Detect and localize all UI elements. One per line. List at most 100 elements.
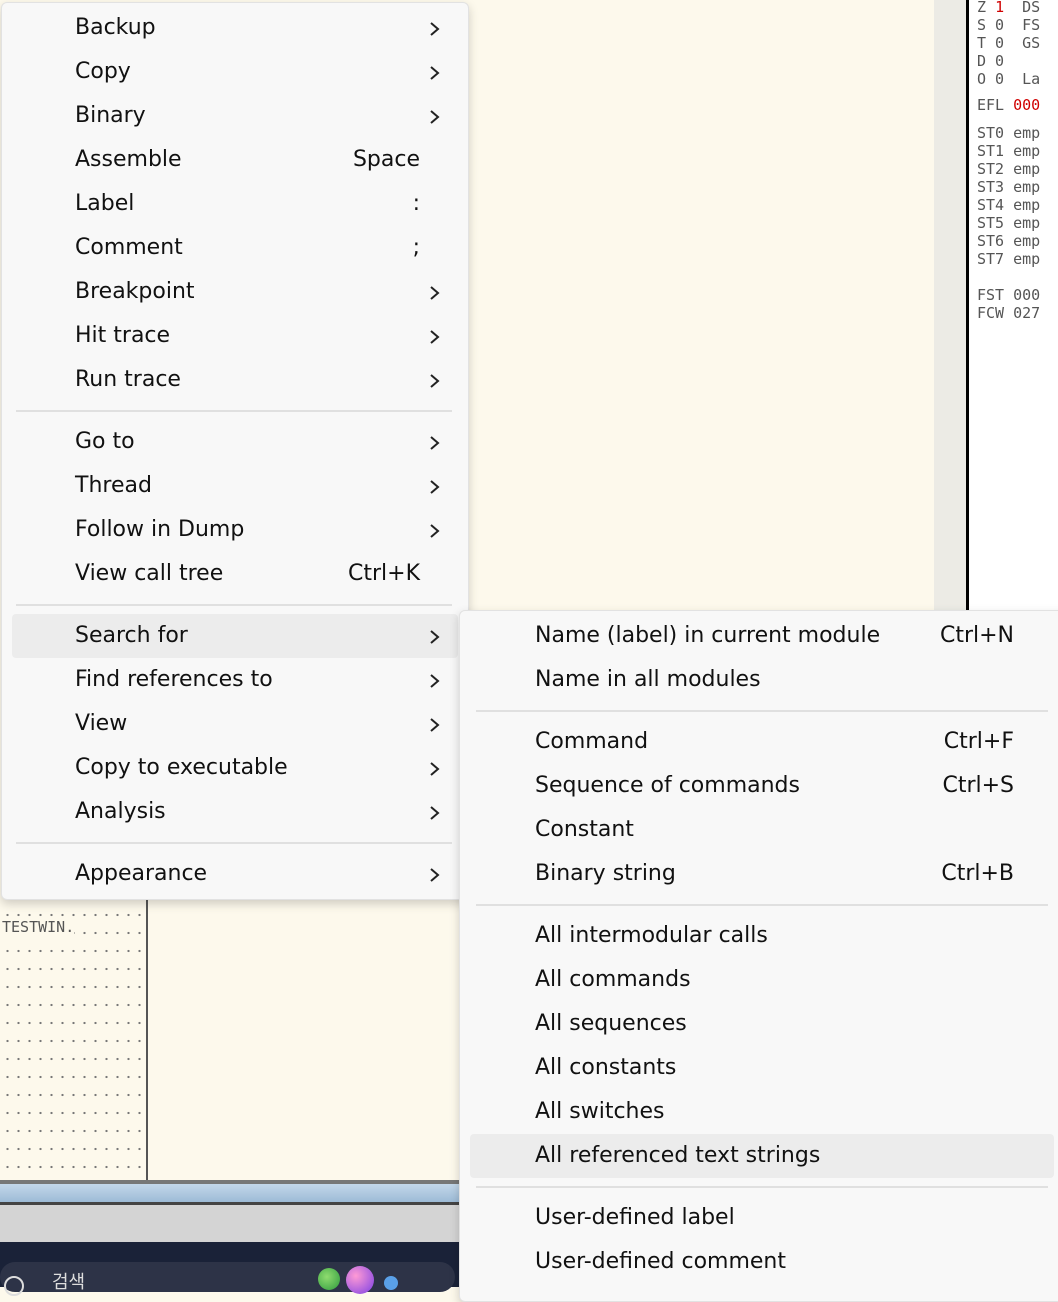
- chevron-right-icon: [427, 63, 443, 81]
- menu-item-label: Go to: [75, 429, 135, 454]
- menu-item-label: Appearance: [75, 861, 208, 886]
- menu-item-shortcut: ;: [412, 235, 420, 260]
- menu-item-label: All intermodular calls: [535, 923, 768, 948]
- menu-item-breakpoint[interactable]: Breakpoint: [12, 270, 458, 314]
- submenu-item-sequence-of-commands[interactable]: Sequence of commands Ctrl+S: [470, 764, 1054, 808]
- submenu-item-name-label-in-current-module[interactable]: Name (label) in current module Ctrl+N: [470, 614, 1054, 658]
- menu-item-label: Run trace: [75, 367, 181, 392]
- menu-item-label: Sequence of commands: [535, 773, 800, 798]
- menu-item-view[interactable]: View: [12, 702, 458, 746]
- menu-item-backup[interactable]: Backup: [12, 6, 458, 50]
- register-st1: ST1 emp: [977, 142, 1041, 160]
- register-fst: FST 000: [977, 286, 1041, 304]
- submenu-item-all-referenced-text-strings[interactable]: All referenced text strings: [470, 1134, 1054, 1178]
- menu-item-label: Thread: [75, 473, 152, 498]
- submenu-item-all-sequences[interactable]: All sequences: [470, 1002, 1054, 1046]
- chevron-right-icon: [427, 371, 443, 389]
- menu-item-shortcut: Ctrl+B: [941, 861, 1014, 886]
- chevron-right-icon: [427, 107, 443, 125]
- menu-item-shortcut: Ctrl+S: [942, 773, 1014, 798]
- menu-item-assemble[interactable]: Assemble Space: [12, 138, 458, 182]
- menu-item-label: Follow in Dump: [75, 517, 245, 542]
- copilot-icon[interactable]: [346, 1266, 374, 1294]
- menu-item-shortcut: Ctrl+K: [347, 561, 420, 586]
- registers-pane[interactable]: Z 1 DS S 0 FS T 0 GS D 0 O 0 La EFL 000 …: [969, 0, 1058, 610]
- chevron-right-icon: [427, 19, 443, 37]
- chevron-right-icon: [427, 477, 443, 495]
- dump-pane[interactable]: [0, 900, 147, 1180]
- menu-item-hit-trace[interactable]: Hit trace: [12, 314, 458, 358]
- menu-item-label: All sequences: [535, 1011, 687, 1036]
- menu-item-thread[interactable]: Thread: [12, 464, 458, 508]
- menu-item-label: Find references to: [75, 667, 273, 692]
- register-efl: EFL 000: [977, 96, 1041, 114]
- menu-item-label: Comment: [75, 235, 183, 260]
- chevron-right-icon: [427, 433, 443, 451]
- menu-separator: [16, 842, 452, 844]
- menu-item-label: Copy to executable: [75, 755, 288, 780]
- menu-separator: [476, 904, 1048, 906]
- submenu-item-binary-string[interactable]: Binary string Ctrl+B: [470, 852, 1054, 896]
- submenu-item-all-switches[interactable]: All switches: [470, 1090, 1054, 1134]
- menu-item-follow-in-dump[interactable]: Follow in Dump: [12, 508, 458, 552]
- menu-item-appearance[interactable]: Appearance: [12, 852, 458, 896]
- chevron-right-icon: [427, 803, 443, 821]
- menu-separator: [16, 604, 452, 606]
- taskbar-indicator-icon: [384, 1276, 398, 1290]
- menu-item-go-to[interactable]: Go to: [12, 420, 458, 464]
- menu-item-comment[interactable]: Comment;: [12, 226, 458, 270]
- menu-item-shortcut: :: [412, 191, 420, 216]
- chevron-right-icon: [427, 627, 443, 645]
- dump-ascii-text: TESTWIN.: [2, 918, 75, 936]
- chevron-right-icon: [427, 715, 443, 733]
- window-frame: [0, 1202, 460, 1242]
- chevron-right-icon: [427, 671, 443, 689]
- register-flag-s: S 0 FS: [977, 16, 1041, 34]
- search-icon: [4, 1276, 24, 1296]
- context-menu: Backup Copy Binary Assemble Space Label: Comme…: [1, 2, 469, 900]
- menu-item-label: All constants: [535, 1055, 677, 1080]
- register-st3: ST3 emp: [977, 178, 1041, 196]
- menu-item-shortcut: Space: [352, 147, 420, 172]
- menu-item-label: Label: [75, 191, 135, 216]
- menu-item-label: Binary string: [535, 861, 676, 886]
- menu-item-copy-to-executable[interactable]: Copy to executable: [12, 746, 458, 790]
- menu-item-label: Copy: [75, 59, 131, 84]
- menu-item-label: Command: [535, 729, 649, 754]
- menu-item-label: Search for: [75, 623, 188, 648]
- chevron-right-icon: [427, 759, 443, 777]
- menu-item-label: Constant: [535, 817, 634, 842]
- register-fcw: FCW 027: [977, 304, 1041, 322]
- submenu-item-user-defined-comment[interactable]: User-defined comment: [470, 1240, 1054, 1284]
- menu-item-run-trace[interactable]: Run trace: [12, 358, 458, 402]
- chevron-right-icon: [427, 283, 443, 301]
- register-st6: ST6 emp: [977, 232, 1041, 250]
- search-for-submenu: Name (label) in current module Ctrl+N Name…: [459, 610, 1058, 1302]
- submenu-item-command[interactable]: Command Ctrl+F: [470, 720, 1054, 764]
- submenu-item-all-constants[interactable]: All constants: [470, 1046, 1054, 1090]
- menu-item-label: Name (label) in current module: [535, 623, 881, 648]
- menu-separator: [16, 410, 452, 412]
- menu-item-label: All commands: [535, 967, 691, 992]
- menu-item-copy[interactable]: Copy: [12, 50, 458, 94]
- menu-item-find-references-to[interactable]: Find references to: [12, 658, 458, 702]
- submenu-item-user-defined-label[interactable]: User-defined label: [470, 1196, 1054, 1240]
- register-st0: ST0 emp: [977, 124, 1041, 142]
- chevron-right-icon: [427, 327, 443, 345]
- menu-item-view-call-tree[interactable]: View call tree Ctrl+K: [12, 552, 458, 596]
- pane-splitter[interactable]: [934, 0, 966, 610]
- menu-item-binary[interactable]: Binary: [12, 94, 458, 138]
- register-st7: ST7 emp: [977, 250, 1041, 268]
- submenu-item-all-commands[interactable]: All commands: [470, 958, 1054, 1002]
- dump-divider: [146, 900, 148, 1180]
- register-st4: ST4 emp: [977, 196, 1041, 214]
- menu-item-analysis[interactable]: Analysis: [12, 790, 458, 834]
- submenu-item-all-intermodular-calls[interactable]: All intermodular calls: [470, 914, 1054, 958]
- menu-item-search-for[interactable]: Search for: [12, 614, 458, 658]
- menu-item-label: Binary: [75, 103, 146, 128]
- submenu-item-constant[interactable]: Constant: [470, 808, 1054, 852]
- menu-item-label[interactable]: Label:: [12, 182, 458, 226]
- submenu-item-name-in-all-modules[interactable]: Name in all modules: [470, 658, 1054, 702]
- menu-item-label: Assemble: [75, 147, 182, 172]
- register-st2: ST2 emp: [977, 160, 1041, 178]
